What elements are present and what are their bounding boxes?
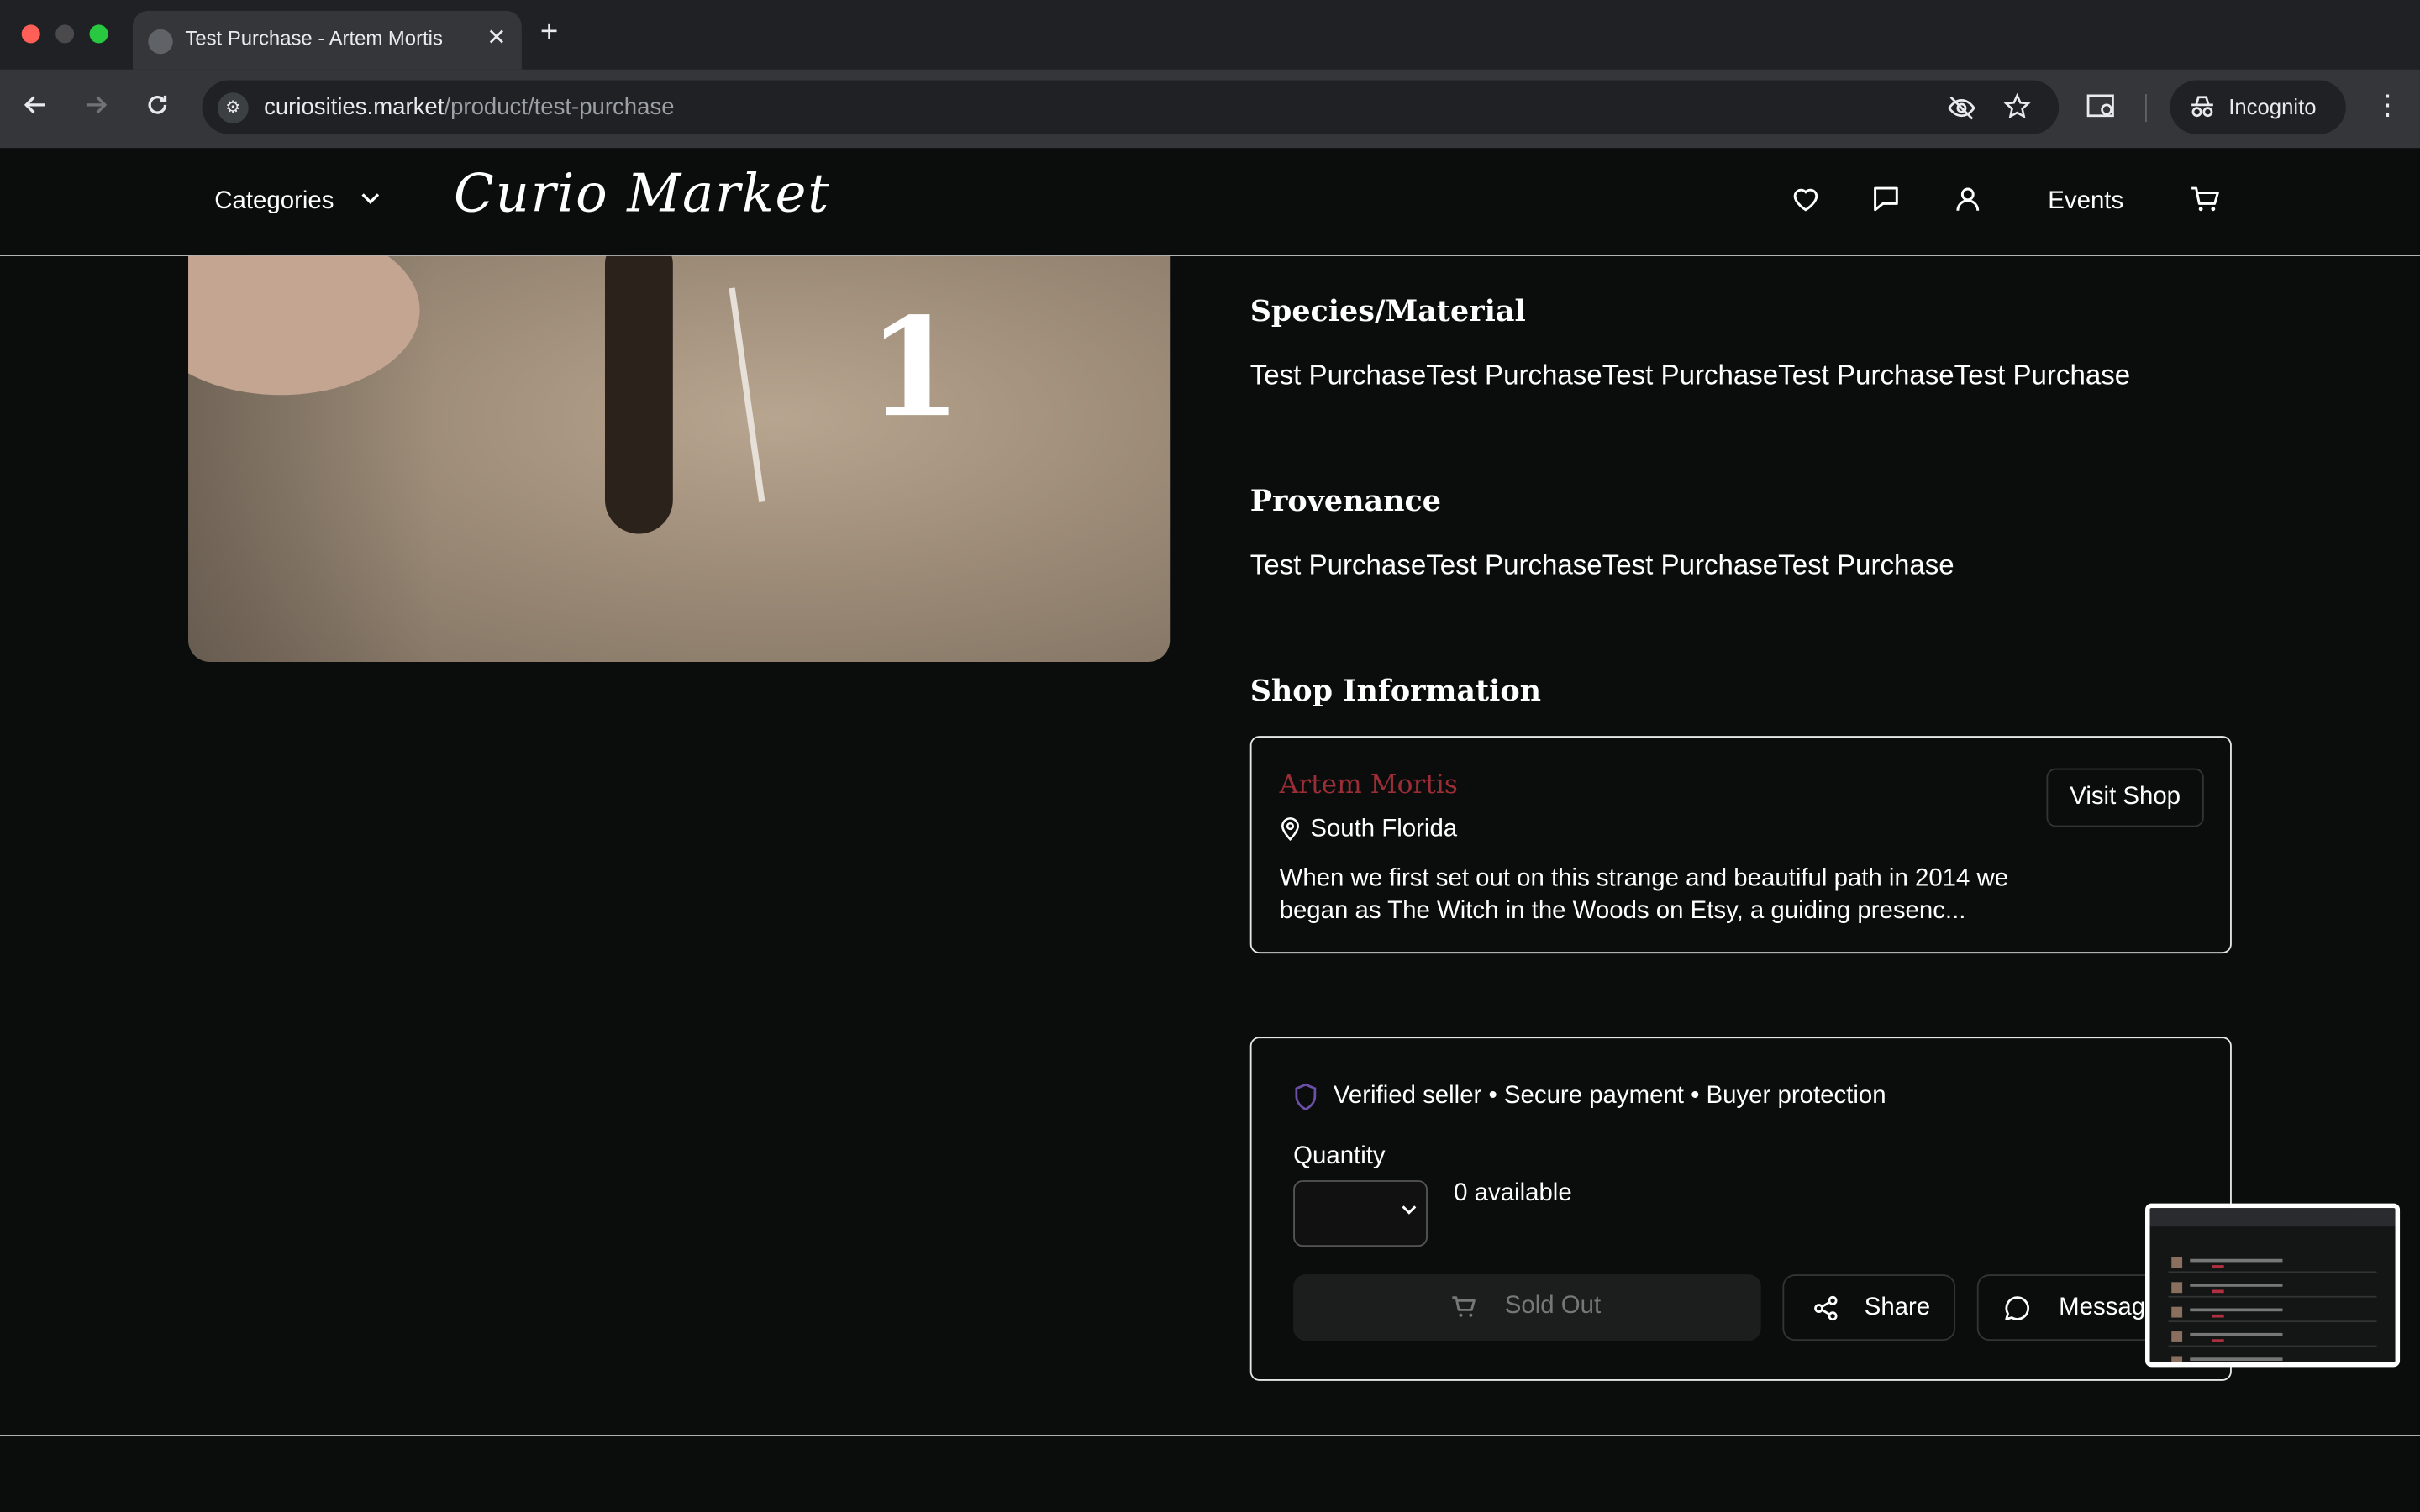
share-button[interactable]: Share — [1782, 1274, 1956, 1341]
image-specimen — [604, 255, 673, 534]
globe-icon — [148, 29, 173, 55]
available-count: 0 available — [1454, 1180, 1572, 1207]
thumbnail-row — [2168, 1279, 2377, 1298]
chevron-down-icon — [1400, 1200, 1418, 1224]
tab-search-icon[interactable] — [2086, 92, 2118, 128]
image-overlay-number: 1 — [867, 286, 962, 448]
message-label: Message — [2059, 1294, 2160, 1321]
url-host: curiosities.market — [264, 94, 445, 121]
species-text: Test PurchaseTest PurchaseTest PurchaseT… — [1249, 359, 2131, 391]
visit-shop-button[interactable]: Visit Shop — [2046, 768, 2204, 827]
toolbar-divider — [2145, 94, 2147, 123]
browser-tab-bar: Test Purchase - Artem Mortis ✕ + — [0, 0, 2420, 70]
thumbnail-toolbar — [2149, 1208, 2396, 1227]
thumbnail-row — [2168, 1254, 2377, 1273]
provenance-heading: Provenance — [1249, 484, 1441, 519]
back-icon[interactable] — [22, 91, 50, 126]
quantity-label: Quantity — [1293, 1142, 1386, 1170]
map-pin-icon — [1280, 816, 1302, 841]
reload-icon[interactable] — [144, 91, 171, 126]
thumbnail-row — [2169, 1353, 2377, 1362]
product-image[interactable]: 1 — [188, 255, 1171, 662]
incognito-icon — [2188, 92, 2216, 125]
share-icon — [1812, 1294, 1839, 1322]
site-logo[interactable]: Curio Market — [454, 164, 830, 225]
browser-tab[interactable]: Test Purchase - Artem Mortis ✕ — [132, 10, 522, 70]
new-tab-button[interactable]: + — [540, 15, 558, 50]
shop-card: Artem Mortis South Florida When we first… — [1249, 736, 2232, 954]
shop-information-heading: Shop Information — [1249, 674, 1542, 709]
tab-title: Test Purchase - Artem Mortis — [185, 26, 443, 50]
chat-icon[interactable] — [1869, 182, 1906, 219]
site-settings-icon[interactable]: ⚙ — [217, 92, 249, 123]
browser-toolbar: ⚙ curiosities.market/product/test-purcha… — [0, 69, 2420, 149]
cart-icon[interactable] — [2188, 182, 2225, 219]
sold-out-label: Sold Out — [1504, 1293, 1602, 1320]
page: Test Purchase - Artem Mortis ✕ + ⚙ curio… — [0, 0, 2420, 1512]
events-link[interactable]: Events — [2048, 188, 2123, 216]
shop-name-link[interactable]: Artem Mortis — [1280, 770, 1458, 801]
close-window-button[interactable] — [21, 24, 40, 44]
url-text[interactable]: curiosities.market/product/test-purchase — [264, 94, 674, 120]
shop-location: South Florida — [1310, 816, 1458, 843]
message-icon — [2003, 1294, 2031, 1322]
species-heading: Species/Material — [1249, 294, 1526, 329]
url-path: /product/test-purchase — [444, 94, 675, 121]
menu-icon[interactable]: ⋮ — [2374, 90, 2402, 123]
incognito-label: Incognito — [2228, 94, 2317, 119]
maximize-window-button[interactable] — [89, 24, 108, 44]
share-label: Share — [1864, 1294, 1931, 1321]
trust-badges: Verified seller • Secure payment • Buyer… — [1333, 1083, 1886, 1110]
shield-icon — [1293, 1083, 1318, 1111]
purchase-card: Verified seller • Secure payment • Buyer… — [1249, 1037, 2232, 1381]
image-thread — [729, 287, 765, 503]
provenance-text: Test PurchaseTest PurchaseTest PurchaseT… — [1249, 549, 1954, 580]
quantity-select[interactable] — [1293, 1180, 1428, 1247]
cart-icon — [1450, 1293, 1478, 1320]
forward-icon[interactable] — [82, 91, 109, 126]
close-tab-icon[interactable]: ✕ — [487, 24, 506, 50]
footer-divider — [0, 1435, 2420, 1436]
sold-out-button[interactable]: Sold Out — [1293, 1274, 1761, 1341]
chevron-down-icon[interactable] — [358, 185, 382, 214]
address-bar[interactable]: ⚙ curiosities.market/product/test-purcha… — [202, 80, 2060, 134]
categories-menu[interactable]: Categories — [214, 188, 334, 216]
screenshot-thumbnail[interactable] — [2145, 1203, 2401, 1368]
user-icon[interactable] — [1951, 182, 1988, 219]
thumbnail-row — [2168, 1328, 2377, 1347]
thumbnail-row — [2168, 1304, 2377, 1323]
eye-off-icon[interactable] — [1946, 92, 1977, 131]
heart-icon[interactable] — [1789, 182, 1826, 219]
star-icon[interactable] — [2003, 92, 2031, 128]
shop-description: When we first set out on this strange an… — [1279, 865, 2009, 925]
incognito-indicator[interactable]: Incognito — [2170, 80, 2346, 134]
minimize-window-button[interactable] — [55, 24, 75, 44]
site-header: Categories Curio Market Events — [0, 148, 2420, 256]
